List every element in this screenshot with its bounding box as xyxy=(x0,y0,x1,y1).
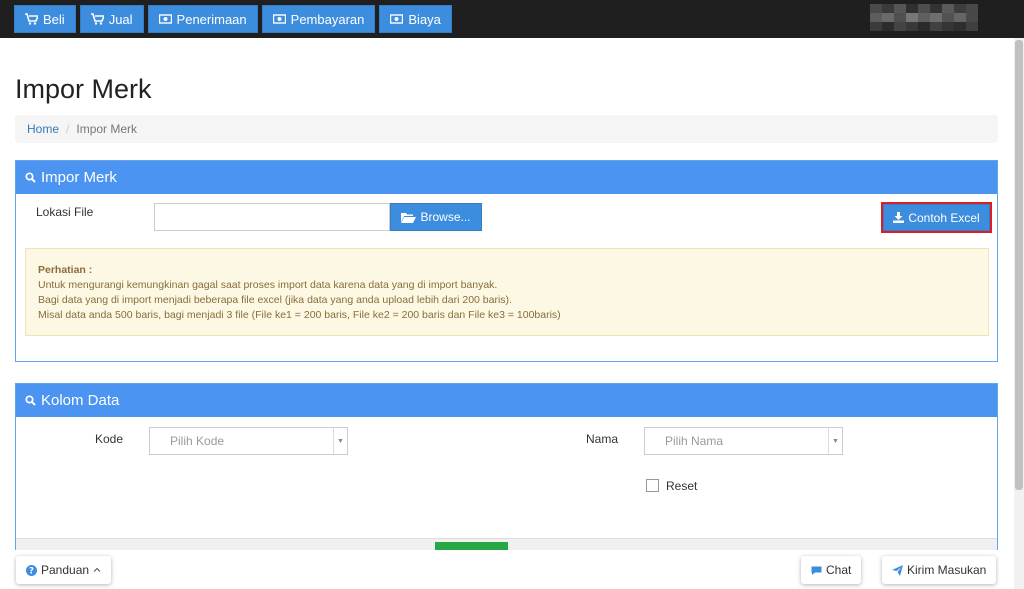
chevron-up-icon xyxy=(93,567,101,572)
reset-label: Reset xyxy=(666,479,698,493)
nav-jual-button[interactable]: Jual xyxy=(79,5,144,33)
sample-excel-button[interactable]: Contoh Excel xyxy=(883,204,990,231)
bottom-bar xyxy=(0,550,1014,589)
paper-plane-icon xyxy=(892,564,903,576)
user-menu-blurred[interactable] xyxy=(870,4,978,32)
nav-biaya-label: Biaya xyxy=(408,11,441,27)
kode-select[interactable]: Pilih Kode ▼ xyxy=(149,427,348,455)
column-data-panel-heading: Kolom Data xyxy=(16,384,997,417)
nama-select-placeholder: Pilih Nama xyxy=(665,434,724,448)
breadcrumb-separator: / xyxy=(66,122,70,136)
top-navbar: Beli Jual Penerimaan Pembayaran Biaya xyxy=(0,0,1024,38)
sample-excel-label: Contoh Excel xyxy=(908,210,980,225)
breadcrumb-current: Impor Merk xyxy=(76,122,138,136)
send-feedback-button[interactable]: Kirim Masukan xyxy=(882,556,997,584)
cart-icon xyxy=(90,13,104,25)
cart-icon xyxy=(25,13,38,25)
nama-label: Nama xyxy=(586,432,619,446)
column-data-panel-title: Kolom Data xyxy=(41,392,120,409)
folder-open-icon xyxy=(401,212,417,223)
page-title: Impor Merk xyxy=(15,74,152,104)
guide-button[interactable]: ? Panduan xyxy=(16,556,112,584)
download-icon xyxy=(893,212,905,223)
import-panel: Impor Merk Lokasi File Browse... Contoh … xyxy=(15,160,998,362)
alert-line: Bagi data yang di import menjadi beberap… xyxy=(38,294,512,306)
file-location-input[interactable] xyxy=(154,203,390,231)
nav-jual-label: Jual xyxy=(108,11,133,27)
reset-checkbox[interactable] xyxy=(646,479,659,492)
chat-button[interactable]: Chat xyxy=(801,556,862,584)
question-circle-icon: ? xyxy=(26,564,37,576)
column-data-panel: Kolom Data Kode Pilih Kode ▼ Nama Pilih … xyxy=(15,383,998,554)
file-location-label: Lokasi File xyxy=(36,205,94,219)
guide-button-label: Panduan xyxy=(41,563,90,577)
kode-label: Kode xyxy=(95,432,124,446)
money-icon xyxy=(158,14,172,24)
search-icon xyxy=(25,395,36,406)
nav-pembayaran-button[interactable]: Pembayaran xyxy=(261,5,376,33)
nav-penerimaan-label: Penerimaan xyxy=(176,11,247,27)
chevron-down-icon: ▼ xyxy=(333,428,347,454)
page-scrollbar[interactable] xyxy=(1014,38,1024,589)
nav-beli-label: Beli xyxy=(43,11,65,27)
kode-select-placeholder: Pilih Kode xyxy=(170,434,225,448)
nav-biaya-button[interactable]: Biaya xyxy=(379,5,452,33)
send-feedback-label: Kirim Masukan xyxy=(907,563,987,577)
money-icon xyxy=(272,14,286,24)
nav-pembayaran-label: Pembayaran xyxy=(290,11,365,27)
sample-excel-highlight: Contoh Excel xyxy=(881,202,992,233)
top-nav-buttons: Beli Jual Penerimaan Pembayaran Biaya xyxy=(14,5,452,33)
breadcrumb: Home / Impor Merk xyxy=(15,115,998,143)
chevron-down-icon: ▼ xyxy=(828,428,842,454)
breadcrumb-home-link[interactable]: Home xyxy=(27,122,59,136)
import-panel-title: Impor Merk xyxy=(41,169,117,186)
warning-alert: Perhatian : Untuk mengurangi kemungkinan… xyxy=(25,248,989,336)
money-icon xyxy=(390,14,404,24)
nav-penerimaan-button[interactable]: Penerimaan xyxy=(147,5,258,33)
chat-icon xyxy=(811,566,822,575)
alert-title: Perhatian : xyxy=(38,264,93,276)
chat-button-label: Chat xyxy=(826,563,852,577)
browse-button-label: Browse... xyxy=(420,210,471,224)
alert-line: Untuk mengurangi kemungkinan gagal saat … xyxy=(38,279,498,291)
search-icon xyxy=(25,172,36,183)
scrollbar-thumb[interactable] xyxy=(1015,40,1023,490)
alert-line: Misal data anda 500 baris, bagi menjadi … xyxy=(38,309,561,321)
import-panel-heading: Impor Merk xyxy=(16,161,997,194)
nav-beli-button[interactable]: Beli xyxy=(14,5,76,33)
nama-select[interactable]: Pilih Nama ▼ xyxy=(644,427,843,455)
browse-button[interactable]: Browse... xyxy=(390,203,482,231)
svg-text:?: ? xyxy=(29,566,34,575)
